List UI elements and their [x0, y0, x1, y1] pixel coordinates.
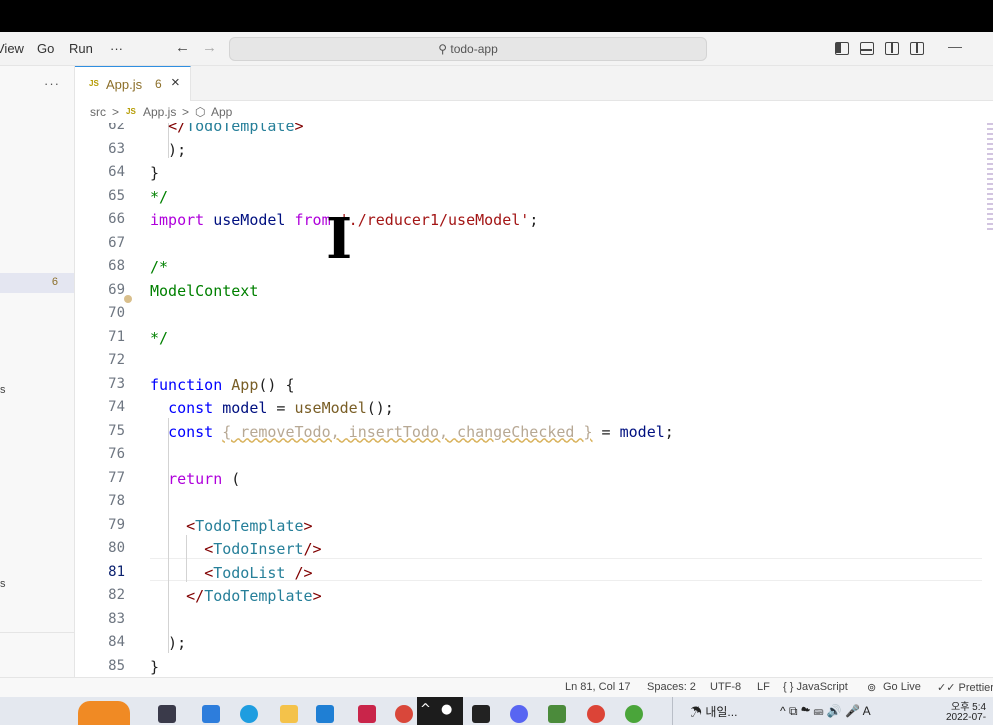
menu-go[interactable]: Go	[37, 41, 54, 56]
tab-problem-count: 6	[155, 77, 162, 91]
status-encoding[interactable]: UTF-8	[710, 681, 741, 693]
broadcast-icon: ⊚	[867, 682, 877, 694]
code-line: 62 </TodoTemplate>	[108, 123, 304, 135]
discord-icon[interactable]	[510, 705, 528, 723]
toggle-secondary-sidebar-icon[interactable]	[885, 42, 899, 55]
clock-time[interactable]: 오후 5:4	[951, 698, 986, 713]
status-language[interactable]: { } JavaScript	[783, 681, 848, 693]
file-explorer-icon[interactable]	[280, 705, 298, 723]
forward-arrow-icon[interactable]: →	[202, 39, 217, 56]
search-icon: ⚲	[438, 42, 451, 56]
pet-app-icon[interactable]	[78, 701, 130, 725]
menu-view[interactable]: View	[0, 41, 24, 56]
weather-widget[interactable]: ☂ 내일...	[690, 703, 737, 720]
chevron-up-icon: ^	[420, 702, 431, 717]
code-line: 73 function App() {	[108, 375, 295, 394]
os-taskbar: ^ ● ☂ 내일... ^ ⧉ ☁ ⌨ 🔊 🎤 A 오후 5:4 2022-07…	[0, 697, 993, 725]
code-line: 80 <TodoInsert/>	[108, 540, 322, 558]
close-icon[interactable]: ×	[171, 74, 180, 91]
breadcrumb-separator: >	[112, 105, 120, 119]
breadcrumb-file[interactable]: App.js	[143, 105, 176, 119]
code-line: 71 */	[108, 328, 169, 347]
code-line: 79 <TodoTemplate>	[108, 516, 313, 535]
umbrella-icon: ☂	[690, 705, 706, 719]
breadcrumb: src > JS App.js > ⬡ App	[75, 101, 993, 123]
breadcrumb-symbol[interactable]: App	[211, 105, 232, 119]
status-indentation[interactable]: Spaces: 2	[647, 681, 696, 693]
text-cursor-ibeam-icon: I	[326, 206, 353, 272]
command-center-search[interactable]: ⚲ todo-app	[229, 37, 707, 61]
code-line: 75 const { removeTodo, insertTodo, chang…	[108, 422, 674, 441]
app-icon[interactable]	[358, 705, 376, 723]
tab-label: App.js	[106, 77, 143, 92]
sync-app-icon[interactable]	[395, 705, 413, 723]
status-go-live[interactable]: Go Live	[883, 681, 921, 693]
sidebar-problem-count: 6	[51, 276, 58, 288]
tray-overflow[interactable]: ^ ●	[417, 697, 463, 725]
store-icon[interactable]	[202, 705, 220, 723]
code-editor[interactable]: 62 </TodoTemplate> 63 ); 64} 65 */ 66 impo…	[75, 123, 993, 677]
breadcrumb-separator: >	[182, 105, 190, 119]
clock-date[interactable]: 2022-07-	[946, 712, 986, 723]
sidebar-selected-item[interactable]: 6	[0, 273, 74, 293]
code-line: 76	[108, 446, 125, 462]
explorer-sidebar: ··· 6 s s	[0, 66, 75, 677]
menu-run[interactable]: Run	[69, 41, 93, 56]
status-cursor-position[interactable]: Ln 81, Col 17	[565, 681, 630, 693]
code-line: 66 import useModel from './reducer1/useMo…	[108, 211, 539, 229]
edge-icon[interactable]	[240, 705, 258, 723]
code-line: 72	[108, 352, 125, 368]
chrome-icon[interactable]	[587, 705, 605, 723]
editor-tab-bar: JS App.js 6 ×	[75, 66, 993, 101]
divider	[0, 632, 74, 633]
sidebar-label-fragment: s	[0, 384, 6, 396]
notepad-icon[interactable]	[548, 705, 566, 723]
js-file-icon: JS	[126, 107, 136, 116]
js-file-icon: JS	[89, 79, 99, 88]
divider	[672, 697, 673, 725]
minimap[interactable]	[987, 123, 993, 233]
terminal-icon[interactable]	[472, 705, 490, 723]
code-line: 63 );	[108, 140, 187, 159]
menu-more[interactable]: ···	[110, 41, 123, 56]
code-line: 65 */	[108, 187, 169, 206]
code-line: 77 return (	[108, 469, 241, 488]
sidebar-label-fragment: s	[0, 578, 6, 590]
code-line: 84 );	[108, 634, 187, 652]
status-bar: Ln 81, Col 17 Spaces: 2 UTF-8 LF { } Jav…	[0, 677, 993, 697]
task-view-icon[interactable]	[158, 705, 176, 723]
sidebar-more-icon[interactable]: ···	[44, 76, 60, 91]
code-line: 78	[108, 493, 125, 509]
symbol-icon: ⬡	[195, 105, 206, 119]
toggle-sidebar-icon[interactable]	[835, 42, 849, 55]
search-text: todo-app	[450, 42, 498, 56]
code-line: 83	[108, 610, 125, 627]
users-icon: ●	[441, 702, 453, 717]
system-tray-icons[interactable]: ^ ⧉ ☁ ⌨ 🔊 🎤 A	[780, 704, 871, 719]
toggle-panel-icon[interactable]	[860, 42, 874, 55]
top-black-band	[0, 0, 993, 32]
minimize-icon[interactable]: —	[948, 38, 962, 54]
code-line: 68/*	[108, 258, 169, 276]
status-eol[interactable]: LF	[757, 681, 770, 693]
title-bar: View Go Run ··· ← → ⚲ todo-app —	[0, 32, 993, 66]
code-line: 85}	[108, 657, 160, 676]
status-prettier[interactable]: ✓✓ Prettier	[937, 681, 993, 694]
breadcrumb-folder[interactable]: src	[90, 105, 106, 119]
customize-layout-icon[interactable]	[910, 42, 924, 55]
vscode-icon[interactable]	[316, 705, 334, 723]
tab-app-js[interactable]: JS App.js 6 ×	[75, 66, 191, 101]
code-line: 70	[108, 305, 125, 321]
code-line: 82 </TodoTemplate>	[108, 587, 322, 605]
leaf-app-icon[interactable]	[625, 705, 643, 723]
code-line: 64}	[108, 164, 160, 182]
back-arrow-icon[interactable]: ←	[175, 39, 190, 56]
code-line: 67	[108, 234, 125, 251]
code-line: 74 const model = useModel();	[108, 399, 394, 417]
code-line: 69 ModelContext	[108, 281, 259, 300]
code-line-current: 81 <TodoList />	[108, 563, 313, 582]
weather-text: 내일...	[705, 705, 738, 719]
